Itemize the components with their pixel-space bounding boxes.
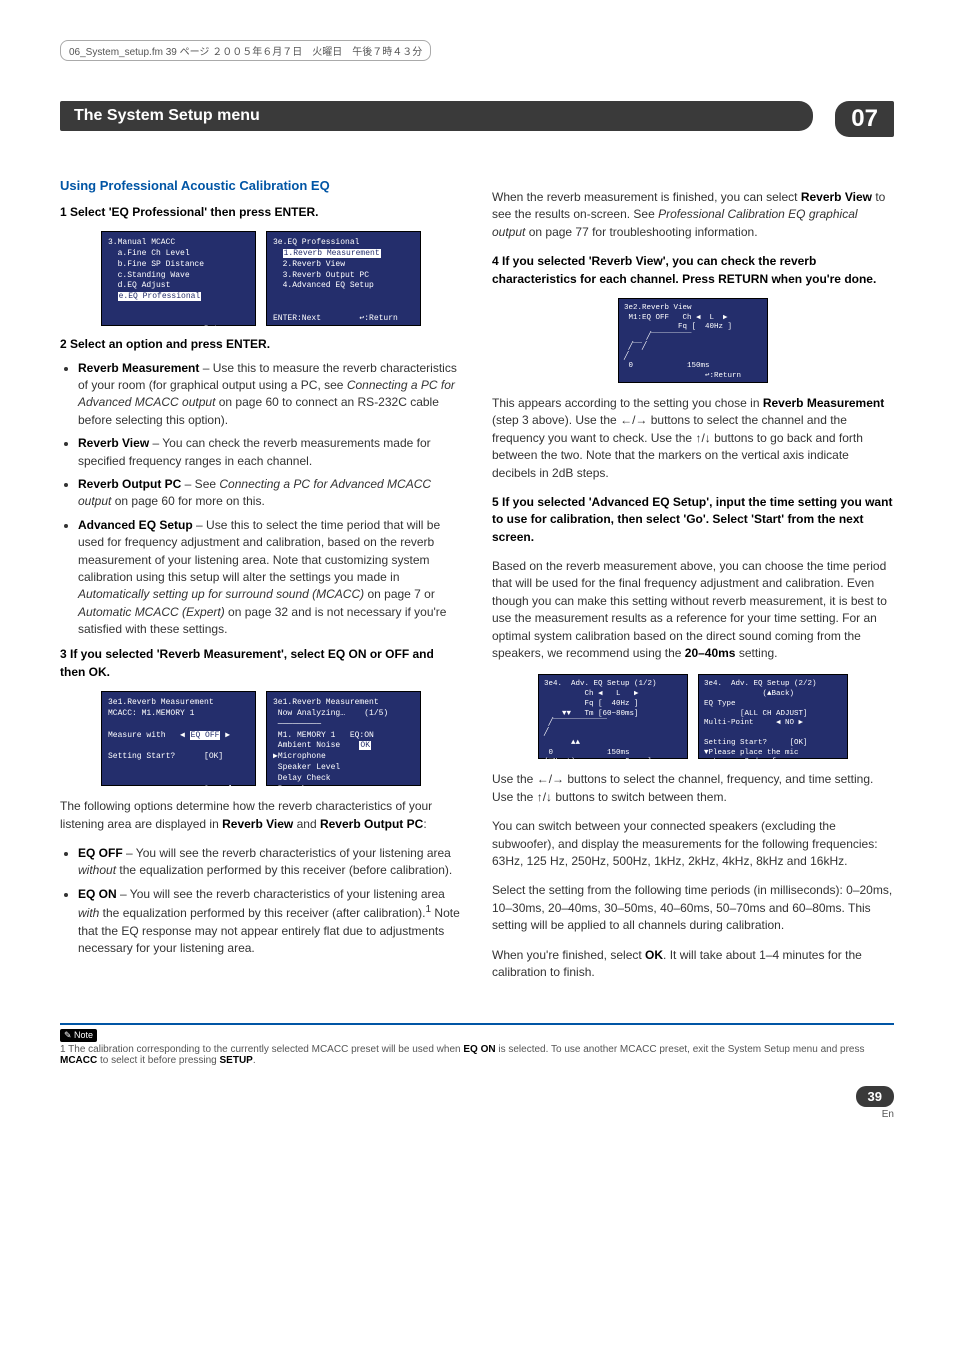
bullet-reverb-output-pc: Reverb Output PC – See Connecting a PC f… (78, 476, 462, 511)
step-1: 1 Select 'EQ Professional' then press EN… (60, 204, 462, 221)
osd-reverb-view: 3e2.Reverb View M1:EQ OFF Ch ◀ L ▶ Fq [ … (618, 298, 768, 383)
step-4: 4 If you selected 'Reverb View', you can… (492, 253, 894, 288)
section-heading: Using Professional Acoustic Calibration … (60, 177, 462, 196)
bullet-reverb-view: Reverb View – You can check the reverb m… (78, 435, 462, 470)
step-2: 2 Select an option and press ENTER. (60, 336, 462, 353)
page-number: 39 (856, 1086, 894, 1107)
chapter-number: 07 (835, 101, 894, 137)
page-title: The System Setup menu (60, 101, 813, 131)
osd-eq-professional: 3e.EQ Professional 1.Reverb Measurement … (266, 231, 421, 326)
osd-adv-eq-1: 3e4. Adv. EQ Setup (1/2) Ch ◀ L ▶ Fq [ 4… (538, 674, 688, 759)
paragraph-controls: Use the ←/→ buttons to select the channe… (492, 771, 894, 806)
osd-adv-eq-2: 3e4. Adv. EQ Setup (2/2) (▲Back) EQ Type… (698, 674, 848, 759)
bullet-reverb-measurement: Reverb Measurement – Use this to measure… (78, 360, 462, 430)
paragraph-frequencies: You can switch between your connected sp… (492, 818, 894, 870)
bullet-eq-off: EQ OFF – You will see the reverb charact… (78, 845, 462, 880)
paragraph-finish: When you're finished, select OK. It will… (492, 947, 894, 982)
step-5: 5 If you selected 'Advanced EQ Setup', i… (492, 494, 894, 546)
bullet-advanced-eq-setup: Advanced EQ Setup – Use this to select t… (78, 517, 462, 639)
paragraph-reverb-view-use: This appears according to the setting yo… (492, 395, 894, 482)
paragraph-step5-body: Based on the reverb measurement above, y… (492, 558, 894, 662)
note-badge: Note (60, 1029, 97, 1042)
paragraph-reverb-view-intro: When the reverb measurement is finished,… (492, 189, 894, 241)
osd-manual-mcacc: 3.Manual MCACC a.Fine Ch Level b.Fine SP… (101, 231, 256, 326)
print-header: 06_System_setup.fm 39 ページ ２００５年６月７日 火曜日 … (60, 40, 431, 61)
step-3: 3 If you selected 'Reverb Measurement', … (60, 646, 462, 681)
right-column: When the reverb measurement is finished,… (492, 177, 894, 993)
paragraph-time-periods: Select the setting from the following ti… (492, 882, 894, 934)
page-language: En (60, 1109, 894, 1120)
left-column: Using Professional Acoustic Calibration … (60, 177, 462, 993)
bullet-eq-on: EQ ON – You will see the reverb characte… (78, 886, 462, 958)
osd-reverb-measurement-2: 3e1.Reverb Measurement Now Analyzing… (1… (266, 691, 421, 786)
footnote-block: Note 1 The calibration corresponding to … (60, 1023, 894, 1066)
paragraph-reverb-options: The following options determine how the … (60, 798, 462, 833)
osd-reverb-measurement-1: 3e1.Reverb Measurement MCACC: M1.MEMORY … (101, 691, 256, 786)
